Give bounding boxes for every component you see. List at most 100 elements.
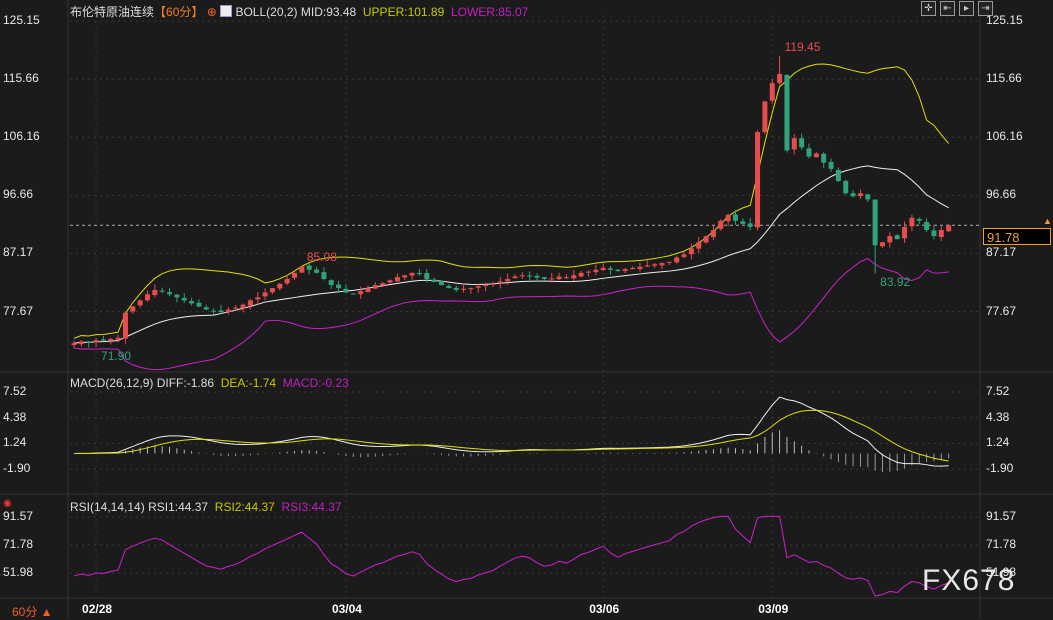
crosshair-target-icon[interactable]: ⊕ bbox=[207, 5, 217, 19]
candle-body bbox=[586, 271, 591, 273]
candle-body bbox=[519, 275, 525, 277]
candle-body bbox=[571, 275, 577, 279]
indicator-chart-icon[interactable] bbox=[220, 5, 233, 17]
candle-body bbox=[424, 273, 430, 279]
candle-body bbox=[100, 339, 106, 341]
candle-body bbox=[181, 297, 187, 301]
x-tick-date: 02/28 bbox=[82, 602, 113, 616]
candle-body bbox=[108, 338, 114, 341]
candle-body bbox=[328, 280, 334, 286]
candle-body bbox=[894, 235, 900, 240]
candle-body bbox=[527, 275, 533, 277]
candle-body bbox=[145, 294, 150, 301]
candle-body bbox=[916, 218, 922, 221]
candle-body bbox=[159, 290, 165, 292]
candle-body bbox=[416, 272, 422, 275]
boll-label: BOLL(20,2) bbox=[235, 5, 298, 19]
y-tick-left: 96.66 bbox=[3, 187, 34, 202]
candle-body bbox=[225, 309, 231, 313]
candle-body bbox=[269, 288, 275, 293]
candle-body bbox=[755, 132, 761, 228]
candle-body bbox=[505, 278, 511, 282]
y-tick-right: 115.66 bbox=[986, 71, 1022, 86]
candle-body bbox=[115, 337, 121, 340]
candle-body bbox=[637, 266, 643, 270]
candle-body bbox=[490, 283, 496, 285]
candle-body bbox=[86, 341, 92, 343]
candle-body bbox=[872, 199, 878, 246]
candle-body bbox=[718, 220, 724, 229]
y-tick-left: -1.90 bbox=[3, 461, 31, 476]
rsi3: RSI3:44.37 bbox=[281, 500, 342, 514]
candle-body bbox=[703, 236, 709, 243]
candle-body bbox=[497, 281, 503, 284]
candle-body bbox=[630, 267, 636, 270]
candle-body bbox=[666, 261, 672, 263]
candle-body bbox=[93, 340, 99, 343]
rsi2: RSI2:44.37 bbox=[214, 500, 275, 514]
y-tick-left: 71.78 bbox=[3, 537, 34, 551]
candle-body bbox=[549, 278, 555, 280]
candle-body bbox=[644, 265, 650, 267]
candle-body bbox=[857, 193, 863, 197]
candle-body bbox=[233, 307, 239, 309]
candle-body bbox=[350, 293, 356, 295]
candle-body bbox=[769, 83, 775, 101]
candle-body bbox=[674, 257, 680, 263]
candle-body bbox=[835, 169, 841, 182]
candle-body bbox=[475, 286, 481, 288]
crosshair-icon[interactable]: ✛ bbox=[921, 1, 936, 16]
candle-body bbox=[468, 288, 474, 290]
candle-body bbox=[394, 277, 400, 282]
period-label[interactable]: 【60分】 bbox=[154, 5, 203, 19]
candle-body bbox=[343, 288, 349, 293]
y-tick-right: 1.24 bbox=[986, 435, 1010, 450]
rsi1: RSI1:44.37 bbox=[148, 500, 209, 514]
candle-body bbox=[828, 161, 834, 169]
scroll-up-icon[interactable]: ▲ bbox=[1043, 216, 1052, 226]
candle-body bbox=[218, 310, 224, 313]
candle-body bbox=[402, 275, 408, 278]
rsi-line bbox=[73, 515, 949, 597]
candle-body bbox=[314, 269, 320, 273]
candle-body bbox=[483, 285, 489, 287]
candle-body bbox=[688, 248, 694, 255]
candle-body bbox=[791, 138, 797, 150]
y-tick-left: 115.66 bbox=[3, 71, 39, 86]
candle-body bbox=[284, 278, 290, 284]
x-tick-date: 03/04 bbox=[331, 602, 362, 616]
boll-lower: LOWER:85.07 bbox=[450, 5, 529, 19]
candle-body bbox=[196, 302, 202, 307]
y-tick-right: 51.98 bbox=[986, 565, 1017, 579]
candle-body bbox=[534, 275, 540, 278]
x-tick-date: 03/06 bbox=[589, 602, 620, 616]
candle-body bbox=[299, 266, 305, 273]
candle-body bbox=[880, 242, 885, 247]
candle-body bbox=[122, 312, 128, 339]
candle-body bbox=[365, 288, 371, 293]
candle-body bbox=[946, 225, 952, 232]
candle-body bbox=[799, 138, 805, 148]
zoom-range-icon[interactable]: ⇤ bbox=[940, 1, 955, 16]
candle-body bbox=[777, 73, 783, 84]
candle-body bbox=[174, 294, 180, 298]
candle-body bbox=[740, 221, 746, 224]
macd-dea: DEA:-1.74 bbox=[220, 376, 277, 390]
candle-body bbox=[255, 297, 261, 300]
candle-body bbox=[387, 280, 393, 283]
y-tick-right: 125.15 bbox=[986, 13, 1023, 27]
y-tick-left: 87.17 bbox=[3, 245, 34, 260]
candle-body bbox=[813, 153, 819, 158]
candle-body bbox=[563, 277, 569, 279]
chart-canvas[interactable] bbox=[0, 0, 1053, 619]
period-switch[interactable]: 60分 ▲ bbox=[12, 603, 53, 620]
y-tick-left: 125.15 bbox=[3, 13, 40, 27]
y-tick-right: 71.78 bbox=[986, 537, 1017, 551]
candle-body bbox=[78, 341, 84, 345]
candle-body bbox=[541, 277, 547, 279]
record-icon[interactable]: ◉ bbox=[3, 498, 12, 509]
play-icon[interactable]: ▸ bbox=[959, 1, 974, 16]
candle-body bbox=[71, 343, 77, 346]
candle-body bbox=[409, 272, 415, 276]
y-tick-left: 51.98 bbox=[3, 565, 34, 579]
